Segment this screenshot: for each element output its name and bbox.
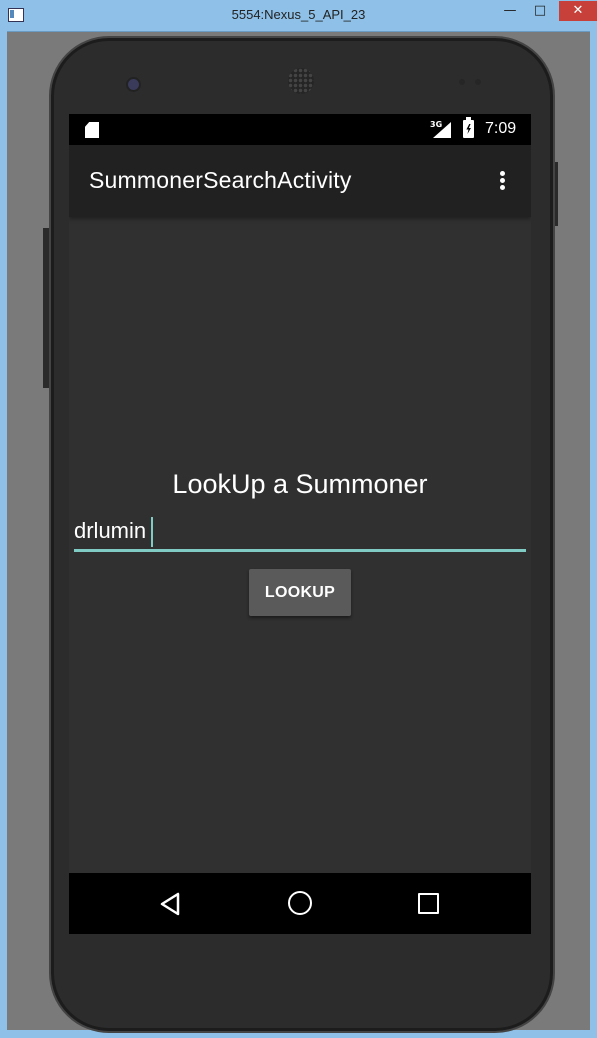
back-icon[interactable] bbox=[159, 892, 181, 916]
proximity-sensor bbox=[459, 79, 465, 85]
earpiece-speaker bbox=[288, 68, 314, 94]
minimize-button[interactable]: — bbox=[497, 1, 523, 21]
window-title-bar[interactable]: 5554:Nexus_5_API_23 — □ ✕ bbox=[0, 0, 597, 32]
sd-card-icon bbox=[85, 122, 99, 138]
summoner-input-container bbox=[74, 514, 526, 552]
recent-apps-icon[interactable] bbox=[418, 893, 439, 914]
status-bar: 3G 7:09 bbox=[69, 114, 531, 145]
input-underline bbox=[74, 549, 526, 552]
battery-charging-icon bbox=[463, 117, 474, 138]
status-clock: 7:09 bbox=[485, 120, 517, 137]
text-cursor bbox=[151, 517, 153, 547]
app-bar-title: SummonerSearchActivity bbox=[89, 167, 352, 193]
maximize-button[interactable]: □ bbox=[527, 1, 553, 21]
light-sensor bbox=[475, 79, 481, 85]
window-frame-right bbox=[590, 31, 597, 1038]
summoner-name-input[interactable] bbox=[74, 514, 526, 548]
network-type-label: 3G bbox=[430, 120, 443, 129]
close-button[interactable]: ✕ bbox=[559, 1, 597, 21]
home-icon[interactable] bbox=[288, 891, 312, 915]
window-frame-left bbox=[0, 31, 7, 1038]
app-bar: SummonerSearchActivity bbox=[69, 145, 531, 217]
front-camera bbox=[126, 77, 141, 92]
page-heading: LookUp a Summoner bbox=[172, 469, 428, 499]
lookup-button[interactable]: LOOKUP bbox=[249, 569, 351, 616]
overflow-menu-icon[interactable] bbox=[493, 169, 513, 193]
device-screen: 3G 7:09 SummonerSearchActivity LookUp a … bbox=[69, 114, 531, 934]
navigation-bar bbox=[69, 873, 531, 934]
